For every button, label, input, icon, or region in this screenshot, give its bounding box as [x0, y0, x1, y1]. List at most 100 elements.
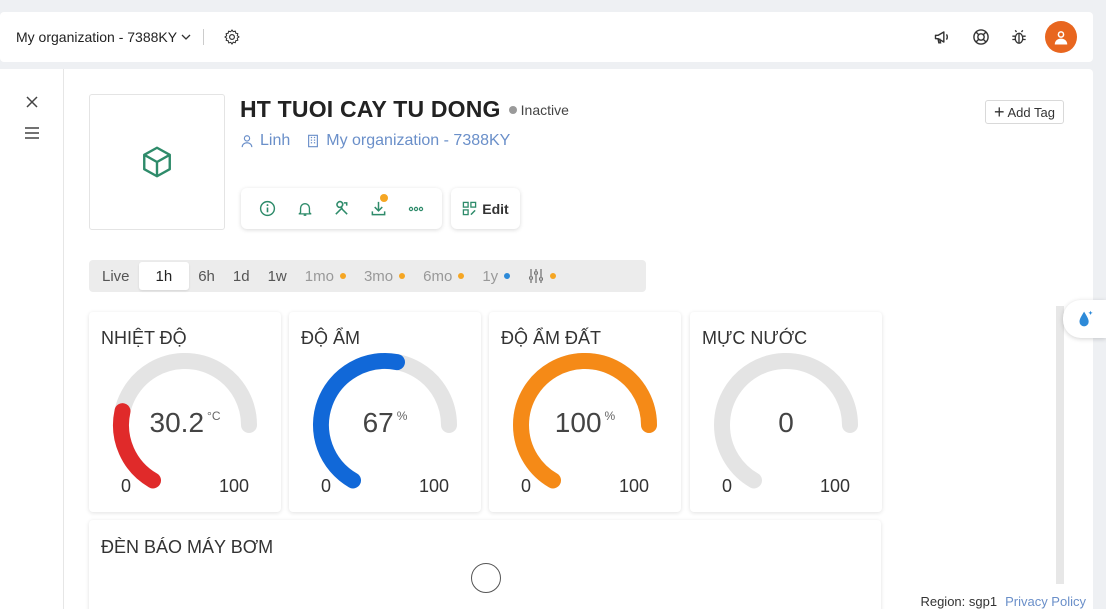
avatar[interactable]	[1045, 21, 1077, 53]
cube-icon	[143, 146, 171, 178]
device-title: HT TUOI CAY TU DONG	[240, 96, 501, 122]
lifebuoy-icon[interactable]	[969, 25, 993, 49]
gauge-min: 0	[121, 476, 132, 496]
gauge-min: 0	[321, 476, 332, 496]
custom-range-button[interactable]	[519, 262, 565, 290]
time-range-7[interactable]: 6mo	[414, 262, 473, 290]
water-drop-icon	[1079, 310, 1093, 327]
edit-button[interactable]: Edit	[451, 188, 520, 229]
gauge-min: 0	[521, 476, 532, 496]
owner-name: Linh	[260, 132, 291, 149]
gauge-min: 0	[722, 476, 733, 496]
device-panel: HT TUOI CAY TU DONG Inactive Linh My org…	[0, 69, 1093, 609]
menu-icon[interactable]	[22, 123, 42, 143]
time-range-4[interactable]: 1w	[259, 262, 296, 290]
time-range-1[interactable]: 1h	[138, 262, 190, 290]
premium-dot	[399, 273, 406, 279]
time-range-label: 1h	[155, 267, 173, 285]
time-range-label: 3mo	[363, 267, 394, 285]
privacy-policy-link[interactable]: Privacy Policy	[1005, 594, 1086, 609]
device-meta: Linh My organization - 7388KY	[240, 132, 526, 150]
more-icon[interactable]	[397, 189, 434, 229]
time-range-label: 1mo	[304, 267, 334, 285]
org-name: My organization - 7388KY	[16, 29, 178, 45]
device-thumbnail[interactable]	[89, 94, 225, 230]
region-text: Region: sgp1	[920, 594, 998, 609]
premium-dot	[458, 273, 465, 279]
gauge-widget: ĐỘ ẨM ĐẤT 100% 0 100	[489, 312, 681, 512]
gauge-max: 100	[418, 476, 449, 496]
add-tag-label: Add Tag	[1007, 104, 1055, 120]
info-icon[interactable]	[249, 189, 286, 229]
status-dot	[508, 105, 517, 114]
gauge-title: NHIỆT ĐỘ	[101, 328, 187, 348]
gauge-value: 30.2 °C	[89, 407, 281, 439]
org-switcher[interactable]: My organization - 7388KY	[16, 29, 191, 45]
gauge-widget: ĐỘ ẨM 67% 0 100	[289, 312, 481, 512]
gauge-unit: %	[604, 409, 616, 423]
gauge-value-number: 0	[778, 407, 794, 438]
pump-widget: ĐÈN BÁO MÁY BƠM	[89, 520, 881, 609]
gear-icon[interactable]	[220, 25, 244, 49]
device-action-bar	[241, 188, 442, 229]
device-header: HT TUOI CAY TU DONG Inactive	[240, 96, 569, 123]
gauge-title: ĐỘ ẨM	[301, 328, 361, 348]
divider	[203, 29, 205, 45]
scrollbar[interactable]	[1056, 306, 1064, 584]
notification-dot	[380, 193, 388, 202]
premium-dot	[504, 273, 511, 279]
gauge-max: 100	[819, 476, 850, 496]
user-icon	[241, 135, 253, 148]
top-bar: My organization - 7388KY	[0, 12, 1093, 62]
premium-dot	[550, 273, 557, 279]
left-rail	[0, 69, 64, 609]
time-range-selector: Live 1h 6h 1d 1w 1mo 3mo 6mo 1y	[89, 260, 646, 292]
organization-link[interactable]: My organization - 7388KY	[306, 132, 510, 150]
organization-name: My organization - 7388KY	[326, 132, 511, 149]
gauge-widget: MỰC NƯỚC 0 0 100	[690, 312, 882, 512]
time-range-8[interactable]: 1y	[473, 262, 519, 290]
premium-dot	[339, 273, 346, 279]
bell-icon[interactable]	[286, 189, 323, 229]
time-range-label: 1d	[232, 267, 250, 285]
time-range-label: Live	[102, 267, 130, 285]
time-range-label: 6mo	[423, 267, 453, 285]
time-range-0[interactable]: Live	[93, 262, 139, 290]
status-badge: Inactive	[508, 102, 569, 118]
time-range-3[interactable]: 1d	[224, 262, 259, 290]
time-range-label: 1w	[267, 267, 287, 285]
gauge-value: 100%	[489, 407, 681, 439]
megaphone-icon[interactable]	[931, 25, 955, 49]
gauge-value-number: 30.2	[149, 407, 205, 438]
building-icon	[308, 134, 319, 148]
gauge-unit: %	[396, 409, 408, 423]
dashboard-edit-icon	[463, 201, 477, 216]
bug-icon[interactable]	[1007, 25, 1031, 49]
close-icon[interactable]	[22, 92, 42, 112]
tools-icon[interactable]	[323, 189, 360, 229]
gauge-widget: NHIỆT ĐỘ 30.2 °C 0 100	[89, 312, 281, 512]
time-range-5[interactable]: 1mo	[296, 262, 355, 290]
time-range-2[interactable]: 6h	[189, 262, 224, 290]
time-range-label: 1y	[482, 267, 499, 285]
gauge-value-number: 100	[554, 407, 602, 438]
gauge-title: MỰC NƯỚC	[702, 328, 808, 348]
time-range-6[interactable]: 3mo	[355, 262, 414, 290]
edit-label: Edit	[482, 200, 509, 217]
gauge-value: 67%	[289, 407, 481, 439]
chevron-down-icon	[181, 34, 191, 40]
gauge-max: 100	[218, 476, 249, 496]
gauge-value-number: 67	[362, 407, 394, 438]
water-drop-assistant-button[interactable]	[1063, 300, 1106, 338]
footer: Region: sgp1 Privacy Policy	[920, 594, 1086, 609]
add-tag-button[interactable]: + Add Tag	[985, 100, 1064, 124]
pump-led-indicator	[471, 563, 501, 593]
sliders-icon	[529, 269, 544, 283]
download-icon[interactable]	[360, 189, 397, 229]
time-range-label: 6h	[198, 267, 215, 285]
owner-link[interactable]: Linh	[240, 132, 290, 150]
gauge-unit: °C	[207, 409, 221, 423]
pump-title: ĐÈN BÁO MÁY BƠM	[101, 537, 274, 557]
gauge-value: 0	[690, 407, 882, 439]
plus-icon: +	[994, 102, 1005, 122]
